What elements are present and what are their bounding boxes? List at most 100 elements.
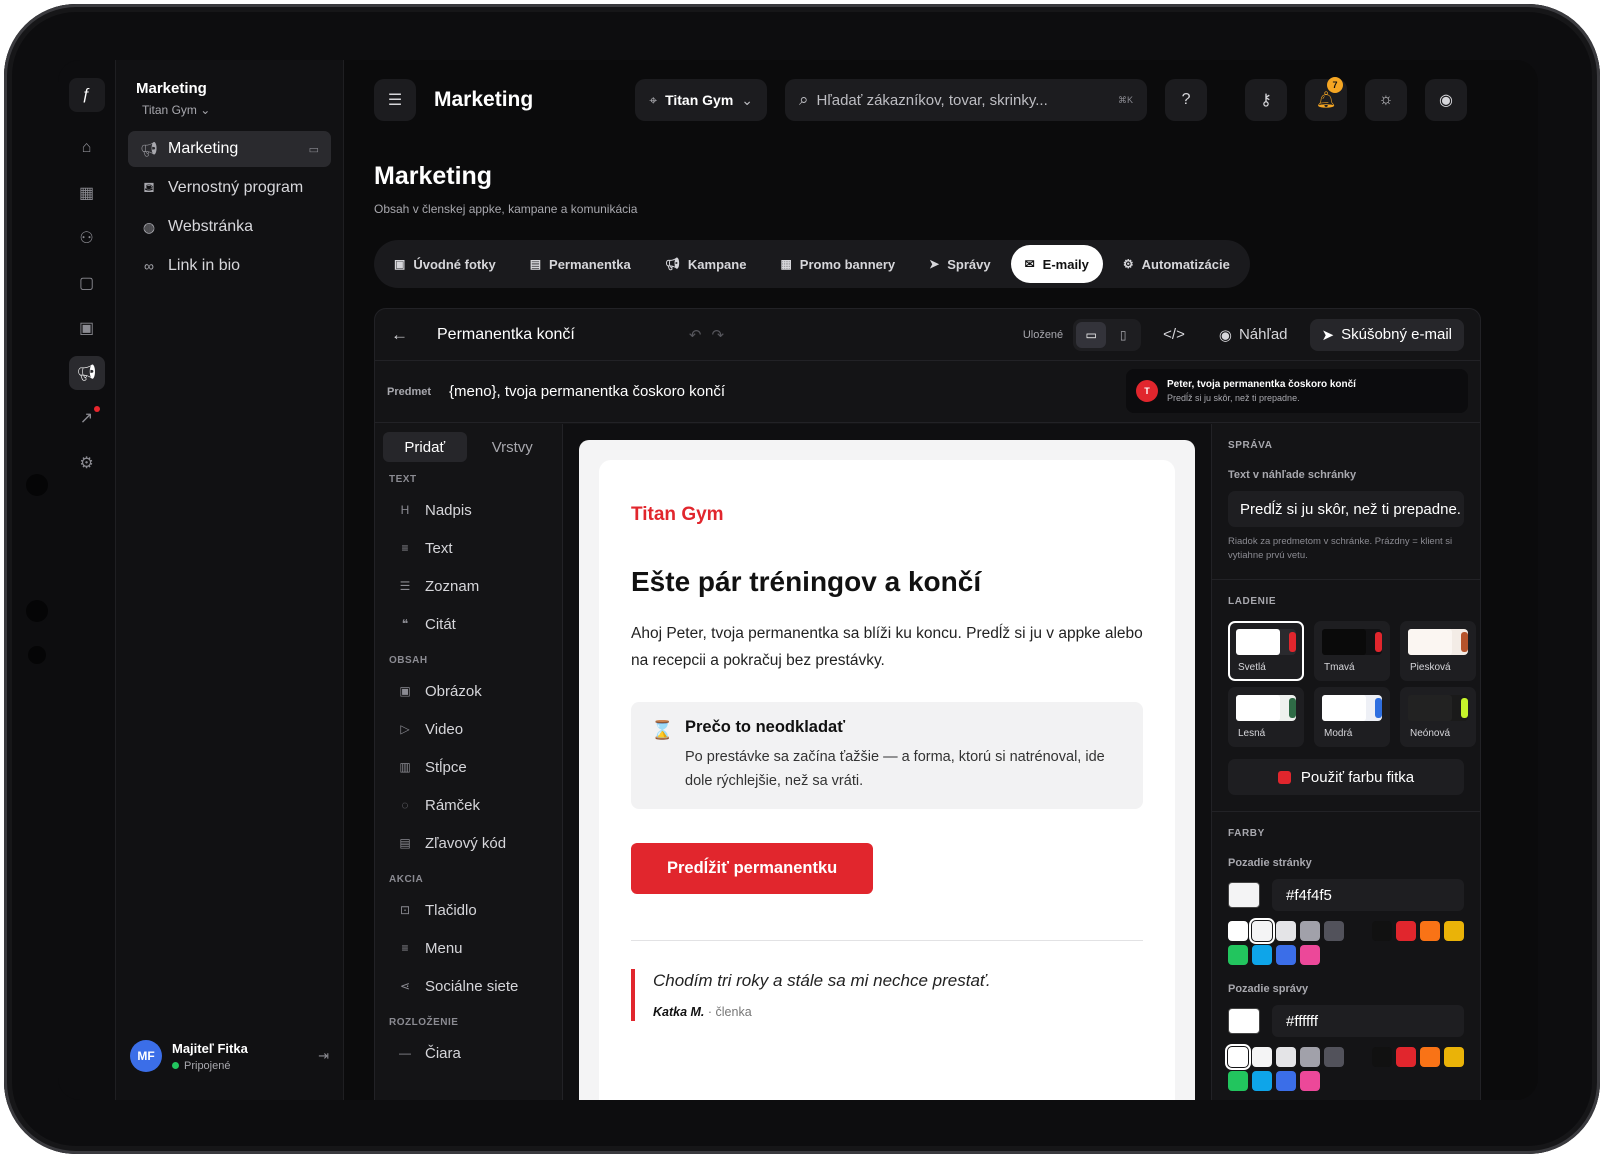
block-nadpis[interactable]: H Nadpis: [383, 491, 554, 529]
block-zoznam[interactable]: ☰ Zoznam: [383, 567, 554, 605]
search-input[interactable]: ⌕ Hľadať zákazníkov, tovar, skrinky... ⌘…: [785, 79, 1148, 121]
block-stĺpce[interactable]: ▥ Stĺpce: [383, 748, 554, 786]
email-cta-button[interactable]: Predĺžiť permanentku: [631, 843, 874, 894]
tab-úvodné-fotky[interactable]: ▣ Úvodné fotky: [380, 245, 510, 283]
block-rámček[interactable]: ◌ Rámček: [383, 786, 554, 824]
collapse-icon[interactable]: ▭: [309, 143, 319, 156]
preheader-input[interactable]: Predĺž si ju skôr, než ti prepadne.: [1228, 491, 1464, 527]
tab-add[interactable]: Pridať: [383, 432, 467, 462]
block-menu[interactable]: ≡ Menu: [383, 929, 554, 967]
palette-swatch[interactable]: [1444, 1047, 1464, 1067]
email-heading[interactable]: Ešte pár tréningov a končí: [631, 566, 1143, 598]
palette-swatch[interactable]: [1276, 1047, 1296, 1067]
palette-swatch[interactable]: [1276, 1071, 1296, 1091]
megaphone-icon[interactable]: 📢︎: [68, 356, 105, 390]
menu-button[interactable]: ☰: [374, 79, 416, 121]
palette-swatch[interactable]: [1276, 921, 1296, 941]
tab-e-maily[interactable]: ✉ E-maily: [1010, 245, 1103, 283]
email-page-background[interactable]: Titan Gym Ešte pár tréningov a končí Aho…: [579, 440, 1195, 1100]
logo-icon[interactable]: ƒ: [68, 78, 105, 112]
block-čiara[interactable]: — Čiara: [383, 1034, 554, 1072]
palette-swatch[interactable]: [1420, 921, 1440, 941]
palette-swatch[interactable]: [1249, 918, 1275, 944]
subject-input[interactable]: {meno}, tvoja permanentka čoskoro končí: [449, 383, 725, 400]
palette-swatch[interactable]: [1300, 1047, 1320, 1067]
register-icon[interactable]: ▦: [69, 176, 105, 210]
block-video[interactable]: ▷ Video: [383, 710, 554, 748]
block-text[interactable]: ≡ Text: [383, 529, 554, 567]
theme-svetlá[interactable]: Svetlá: [1228, 621, 1304, 681]
email-brand[interactable]: Titan Gym: [631, 504, 1143, 526]
help-button[interactable]: ?: [1165, 79, 1208, 121]
tab-kampane[interactable]: 📢︎ Kampane: [651, 245, 761, 283]
email-callout[interactable]: ⌛ Prečo to neodkladať Po prestávke sa za…: [631, 702, 1143, 809]
calendar-icon[interactable]: ▣: [69, 311, 105, 345]
template-name[interactable]: Permanentka končí: [437, 326, 575, 344]
tab-správy[interactable]: ➤ Správy: [915, 245, 1004, 283]
theme-toggle-button[interactable]: ☼: [1365, 79, 1408, 121]
palette-swatch[interactable]: [1300, 921, 1320, 941]
key-button[interactable]: ⚷: [1245, 79, 1288, 121]
theme-lesná[interactable]: Lesná: [1228, 687, 1304, 747]
mobile-icon[interactable]: ▯: [1108, 322, 1138, 348]
sidebar-item-webstránka[interactable]: ◍ Webstránka: [128, 209, 331, 245]
palette-swatch[interactable]: [1228, 921, 1248, 941]
code-view-button[interactable]: </>: [1151, 319, 1197, 351]
theme-piesková[interactable]: Piesková: [1400, 621, 1476, 681]
desktop-icon[interactable]: ▭: [1076, 321, 1107, 348]
email-text[interactable]: Ahoj Peter, tvoja permanentka sa blíži k…: [631, 620, 1143, 674]
location-select[interactable]: ⌖ Titan Gym ⌄: [635, 79, 768, 121]
tab-promo-bannery[interactable]: ▦ Promo bannery: [766, 245, 909, 283]
email-quote[interactable]: Chodím tri roky a stále sa mi nechce pre…: [631, 969, 1143, 1021]
tab-permanentka[interactable]: ▤ Permanentka: [516, 245, 645, 283]
palette-swatch[interactable]: [1252, 1071, 1272, 1091]
block-sociálne-siete[interactable]: ⋖ Sociálne siete: [383, 967, 554, 1005]
palette-swatch[interactable]: [1420, 1047, 1440, 1067]
undo-icon[interactable]: ↶: [689, 326, 702, 344]
tab-layers[interactable]: Vrstvy: [471, 432, 555, 462]
gear-icon[interactable]: ⚙: [69, 446, 105, 480]
use-brand-color-button[interactable]: Použiť farbu fitka: [1228, 759, 1464, 795]
sidebar-item-vernostný-program[interactable]: ⛾ Vernostný program: [128, 170, 331, 206]
block-zľavový-kód[interactable]: ▤ Zľavový kód: [383, 824, 554, 862]
palette-swatch[interactable]: [1324, 1047, 1344, 1067]
theme-tmavá[interactable]: Tmavá: [1314, 621, 1390, 681]
logout-icon[interactable]: ⇥: [318, 1048, 329, 1064]
message-bg-input[interactable]: #ffffff: [1272, 1005, 1464, 1037]
palette-swatch[interactable]: [1252, 945, 1272, 965]
preview-button[interactable]: ◉ Náhľad: [1207, 319, 1300, 351]
palette-swatch[interactable]: [1324, 921, 1344, 941]
page-bg-input[interactable]: #f4f4f5: [1272, 879, 1464, 911]
email-body[interactable]: Titan Gym Ešte pár tréningov a končí Aho…: [599, 460, 1175, 1100]
sidebar-item-marketing[interactable]: 📢︎ Marketing ▭: [128, 131, 331, 167]
palette-swatch[interactable]: [1228, 945, 1248, 965]
home-icon[interactable]: ⌂: [69, 131, 105, 165]
palette-swatch[interactable]: [1252, 1047, 1272, 1067]
palette-swatch[interactable]: [1300, 1071, 1320, 1091]
palette-swatch[interactable]: [1372, 1047, 1392, 1067]
palette-swatch[interactable]: [1228, 1071, 1248, 1091]
message-bg-swatch[interactable]: [1228, 1008, 1260, 1034]
bag-icon[interactable]: ▢: [69, 266, 105, 300]
sidebar-item-link-in-bio[interactable]: ∞ Link in bio: [128, 248, 331, 284]
block-tlačidlo[interactable]: ⊡ Tlačidlo: [383, 891, 554, 929]
palette-swatch[interactable]: [1300, 945, 1320, 965]
palette-swatch[interactable]: [1444, 921, 1464, 941]
palette-swatch[interactable]: [1372, 921, 1392, 941]
tab-automatizácie[interactable]: ⚙ Automatizácie: [1109, 245, 1244, 283]
palette-swatch[interactable]: [1225, 1044, 1251, 1070]
palette-swatch[interactable]: [1276, 945, 1296, 965]
preview-mode-button[interactable]: ◉: [1425, 79, 1468, 121]
back-arrow-icon[interactable]: ←: [391, 325, 417, 345]
org-switcher[interactable]: Titan Gym ⌄: [128, 103, 331, 117]
redo-icon[interactable]: ↷: [711, 326, 724, 344]
user-card[interactable]: MF Majiteľ Fitka Pripojené ⇥: [130, 1040, 329, 1072]
palette-swatch[interactable]: [1396, 1047, 1416, 1067]
notifications-button[interactable]: 🔔︎ 7: [1305, 77, 1348, 121]
page-bg-swatch[interactable]: [1228, 882, 1260, 908]
theme-neónová[interactable]: Neónová: [1400, 687, 1476, 747]
palette-swatch[interactable]: [1396, 921, 1416, 941]
block-citát[interactable]: ❝ Citát: [383, 605, 554, 643]
theme-modrá[interactable]: Modrá: [1314, 687, 1390, 747]
send-test-button[interactable]: ➤ Skúšobný e-mail: [1309, 318, 1464, 351]
